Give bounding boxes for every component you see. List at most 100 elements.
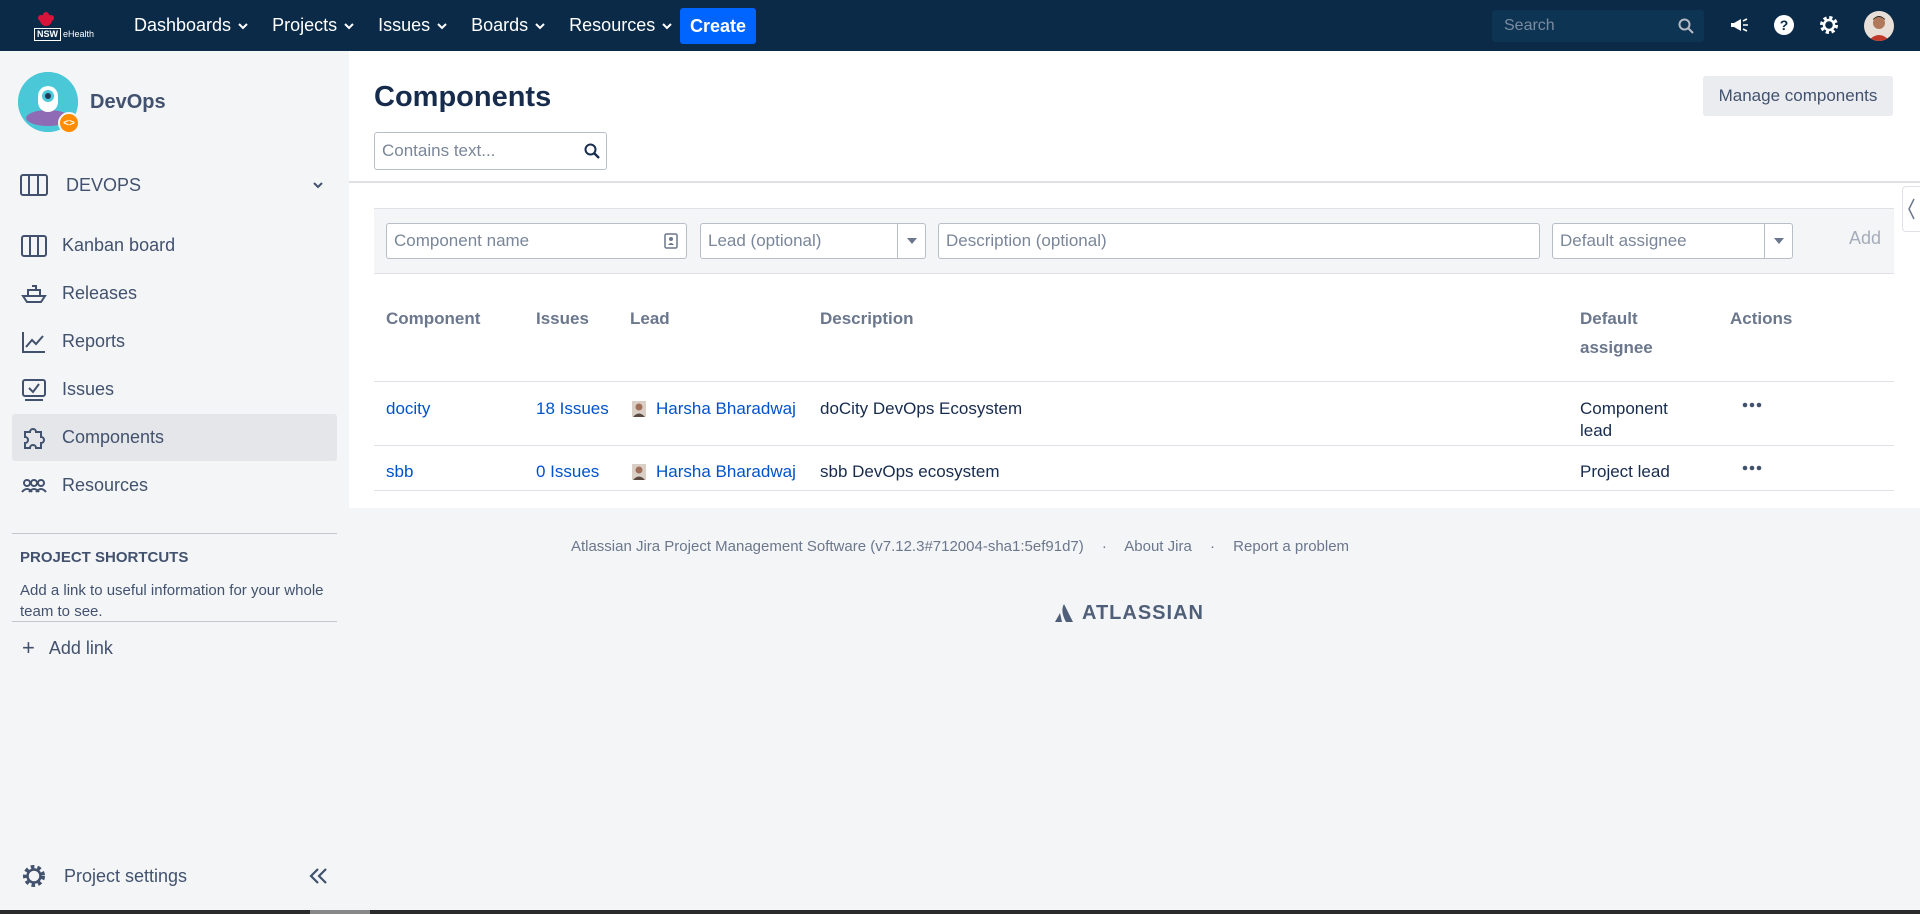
page-title: Components bbox=[374, 81, 552, 113]
sidebar-item-issues[interactable]: Issues bbox=[12, 366, 337, 413]
horizontal-scrollbar[interactable] bbox=[0, 910, 1920, 914]
add-component-form: Add bbox=[374, 208, 1894, 274]
component-description: doCity DevOps Ecosystem bbox=[820, 399, 1023, 418]
megaphone-icon[interactable] bbox=[1728, 14, 1750, 36]
about-jira-link[interactable]: About Jira bbox=[1124, 538, 1192, 555]
project-avatar: <> bbox=[18, 72, 80, 134]
sidebar-item-components[interactable]: Components bbox=[12, 414, 337, 461]
create-button[interactable]: Create bbox=[680, 8, 756, 44]
nsw-ehealth-logo[interactable]: NSW eHealth bbox=[30, 11, 102, 41]
add-component-button[interactable]: Add bbox=[1849, 228, 1881, 249]
lead-user[interactable]: Harsha Bharadwaj bbox=[632, 461, 796, 483]
issues-count-link[interactable]: 18 Issues bbox=[536, 398, 609, 420]
user-avatar bbox=[632, 464, 646, 480]
user-avatar[interactable] bbox=[1864, 11, 1894, 41]
global-search bbox=[1492, 10, 1704, 42]
more-actions-icon[interactable] bbox=[1742, 465, 1762, 471]
lead-name: Harsha Bharadwaj bbox=[656, 462, 796, 481]
board-name: DEVOPS bbox=[66, 174, 142, 195]
manage-components-button[interactable]: Manage components bbox=[1703, 76, 1893, 116]
assignee-text: Component bbox=[1580, 399, 1668, 418]
default-assignee-input[interactable] bbox=[1553, 224, 1792, 258]
atlassian-wordmark: ATLASSIAN bbox=[1082, 601, 1204, 624]
shortcuts-description: Add a link to useful information for you… bbox=[20, 582, 324, 620]
project-settings-link[interactable]: Project settings bbox=[20, 856, 335, 896]
search-icon[interactable] bbox=[1678, 18, 1694, 34]
sidebar-item-label: Reports bbox=[62, 331, 126, 351]
chevron-left-icon bbox=[1908, 198, 1915, 220]
default-assignee-value: Component lead bbox=[1580, 398, 1668, 442]
collapse-sidebar-icon[interactable] bbox=[307, 866, 329, 886]
global-search-input[interactable] bbox=[1492, 10, 1672, 42]
description-field bbox=[938, 223, 1540, 259]
logo-ehealth-text: eHealth bbox=[63, 29, 95, 39]
column-header-description: Description bbox=[820, 309, 914, 328]
description-input[interactable] bbox=[939, 224, 1539, 258]
nav-dashboards[interactable]: Dashboards bbox=[122, 0, 260, 51]
project-name: DevOps bbox=[90, 90, 166, 113]
assignee-dropdown-toggle[interactable] bbox=[1764, 224, 1792, 258]
column-header-label: Default bbox=[1580, 309, 1638, 328]
divider bbox=[12, 621, 337, 622]
sidebar-nav: Kanban board Releases Reports Issues Com… bbox=[12, 222, 337, 510]
sidebar-item-releases[interactable]: Releases bbox=[12, 270, 337, 317]
board-icon bbox=[20, 174, 48, 196]
component-description: sbb DevOps ecosystem bbox=[820, 462, 1000, 481]
help-icon[interactable]: ? bbox=[1773, 14, 1795, 36]
settings-icon[interactable] bbox=[1818, 14, 1840, 36]
sidebar-item-label: Components bbox=[62, 427, 165, 447]
issues-count-link[interactable]: 0 Issues bbox=[536, 461, 599, 483]
issues-icon bbox=[22, 379, 46, 401]
lead-user[interactable]: Harsha Bharadwaj bbox=[632, 398, 796, 420]
component-name-link[interactable]: sbb bbox=[386, 461, 413, 483]
column-header-lead: Lead bbox=[630, 309, 670, 328]
contact-card-icon bbox=[664, 233, 678, 249]
nav-issues[interactable]: Issues bbox=[366, 0, 459, 51]
nav-dashboards-label: Dashboards bbox=[134, 15, 232, 35]
component-name-input[interactable] bbox=[387, 224, 686, 258]
plus-icon: + bbox=[22, 635, 35, 660]
board-selector[interactable]: DEVOPS bbox=[20, 169, 330, 201]
user-photo-icon bbox=[1868, 16, 1890, 41]
column-header-actions: Actions bbox=[1730, 309, 1793, 328]
chevron-down-icon bbox=[344, 22, 354, 29]
default-assignee-value: Project lead bbox=[1580, 462, 1670, 481]
chevron-down-icon bbox=[437, 22, 447, 29]
project-header[interactable]: <> DevOps bbox=[18, 71, 166, 134]
sidebar-item-resources[interactable]: Resources bbox=[12, 462, 337, 509]
scrollbar-thumb[interactable] bbox=[310, 910, 370, 914]
ship-icon bbox=[21, 285, 47, 303]
side-panel-toggle[interactable] bbox=[1902, 186, 1920, 232]
nav-boards[interactable]: Boards bbox=[459, 0, 557, 51]
sidebar-item-kanban-board[interactable]: Kanban board bbox=[12, 222, 337, 269]
lead-dropdown-toggle[interactable] bbox=[897, 224, 925, 258]
lead-field bbox=[700, 223, 926, 259]
nav-resources-label: Resources bbox=[569, 15, 656, 35]
atlassian-logo[interactable]: ATLASSIAN bbox=[1054, 601, 1204, 625]
nav-boards-label: Boards bbox=[471, 15, 529, 35]
add-link-button[interactable]: + Add link bbox=[22, 633, 113, 663]
lead-input[interactable] bbox=[701, 224, 925, 258]
sidebar-item-reports[interactable]: Reports bbox=[12, 318, 337, 365]
chart-icon bbox=[22, 332, 45, 353]
project-settings-label: Project settings bbox=[64, 865, 188, 886]
column-header-component[interactable]: Component bbox=[386, 304, 480, 333]
default-assignee-field bbox=[1552, 223, 1793, 259]
nav-projects[interactable]: Projects bbox=[260, 0, 366, 51]
logo-nsw-text: NSW bbox=[34, 28, 61, 41]
lead-name: Harsha Bharadwaj bbox=[656, 399, 796, 418]
sidebar-item-label: Issues bbox=[62, 379, 115, 399]
top-navigation-bar: NSW eHealth Dashboards Projects Issues B… bbox=[0, 0, 1920, 51]
search-icon[interactable] bbox=[584, 143, 600, 159]
main-content: Components Manage components Contains te… bbox=[349, 51, 1920, 508]
more-actions-icon[interactable] bbox=[1742, 402, 1762, 408]
project-type-badge: <> bbox=[58, 112, 80, 134]
filter-text-input[interactable] bbox=[375, 133, 575, 169]
nav-resources[interactable]: Resources bbox=[557, 0, 684, 51]
chevron-down-icon bbox=[313, 182, 323, 189]
component-name-link[interactable]: docity bbox=[386, 398, 430, 420]
component-filter bbox=[374, 132, 607, 170]
report-problem-link[interactable]: Report a problem bbox=[1233, 538, 1349, 555]
main-menu: Dashboards Projects Issues Boards Resour… bbox=[122, 0, 684, 51]
footer: Atlassian Jira Project Management Softwa… bbox=[0, 538, 1920, 555]
